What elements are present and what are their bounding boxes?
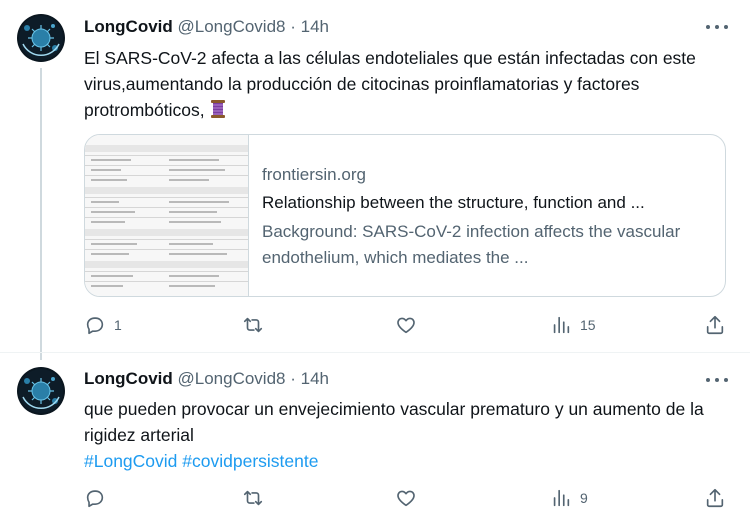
virus-avatar-icon[interactable] — [17, 367, 65, 415]
views-button[interactable]: 15 — [550, 313, 596, 337]
hashtag-links[interactable]: #LongCovid #covidpersistente — [84, 448, 724, 474]
share-icon — [706, 315, 724, 335]
views-button[interactable]: 9 — [550, 486, 588, 510]
heart-icon — [397, 490, 415, 507]
tweet-header: LongCovid @LongCovid8 · 14h — [84, 368, 329, 390]
timestamp[interactable]: 14h — [301, 369, 329, 388]
tweet[interactable]: LongCovid @LongCovid8 · 14h que pueden p… — [0, 352, 750, 526]
article-thumbnail — [85, 135, 249, 296]
tweet-body: que pueden provocar un envejecimiento va… — [84, 399, 704, 445]
separator-dot: · — [290, 369, 296, 388]
tweet[interactable]: LongCovid @LongCovid8 · 14h El SARS-CoV-… — [0, 0, 750, 352]
author-name[interactable]: LongCovid — [84, 17, 173, 36]
separator-dot: · — [290, 17, 296, 36]
author-name[interactable]: LongCovid — [84, 369, 173, 388]
more-options-icon[interactable] — [706, 18, 728, 36]
tweet-header: LongCovid @LongCovid8 · 14h — [84, 16, 329, 38]
tweet-body: El SARS-CoV-2 afecta a las células endot… — [84, 48, 696, 120]
like-button[interactable] — [395, 313, 417, 337]
retweet-icon — [243, 317, 263, 333]
card-title: Relationship between the structure, func… — [262, 193, 645, 212]
share-icon — [706, 488, 724, 508]
more-options-icon[interactable] — [706, 371, 728, 389]
retweet-icon — [243, 490, 263, 506]
reply-icon — [86, 490, 104, 508]
link-preview-card[interactable]: frontiersin.org Relationship between the… — [84, 134, 726, 297]
reply-button[interactable] — [84, 486, 114, 510]
analytics-icon — [553, 489, 570, 507]
heart-icon — [397, 317, 415, 334]
share-button[interactable] — [704, 486, 726, 510]
card-domain: frontiersin.org — [262, 165, 366, 184]
timestamp[interactable]: 14h — [301, 17, 329, 36]
views-count: 15 — [580, 317, 596, 333]
tweet-actions: 1 15 — [84, 313, 734, 337]
tweet-text: El SARS-CoV-2 afecta a las células endot… — [84, 45, 724, 123]
share-button[interactable] — [704, 313, 726, 337]
reply-count: 1 — [114, 317, 122, 333]
virus-avatar-icon[interactable] — [17, 14, 65, 62]
retweet-button[interactable] — [242, 313, 264, 337]
thread-spool-emoji — [210, 100, 225, 118]
card-body: frontiersin.org Relationship between the… — [262, 163, 712, 271]
reply-icon — [86, 317, 104, 335]
tweet-text: que pueden provocar un envejecimiento va… — [84, 396, 724, 474]
tweet-actions: 9 — [84, 486, 734, 510]
reply-button[interactable]: 1 — [84, 313, 122, 337]
retweet-button[interactable] — [242, 486, 264, 510]
author-handle[interactable]: @LongCovid8 — [178, 17, 286, 36]
like-button[interactable] — [395, 486, 417, 510]
card-description: Background: SARS-CoV-2 infection affects… — [262, 222, 681, 267]
author-handle[interactable]: @LongCovid8 — [178, 369, 286, 388]
views-count: 9 — [580, 490, 588, 506]
analytics-icon — [553, 316, 570, 334]
